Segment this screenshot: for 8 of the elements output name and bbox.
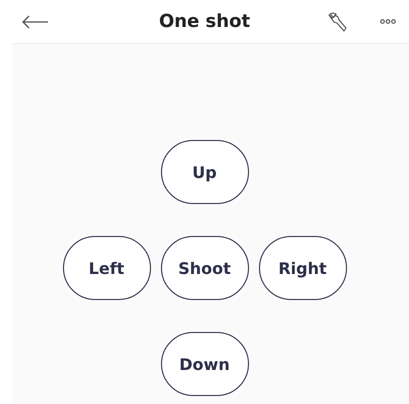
- pad-button[interactable]: Shoot: [160, 236, 248, 300]
- back-arrow-icon[interactable]: [21, 14, 49, 28]
- pad-button[interactable]: Down: [160, 332, 248, 396]
- pad-button[interactable]: Left: [62, 236, 150, 300]
- more-options-icon[interactable]: [380, 19, 396, 24]
- screen-title: One shot: [158, 11, 250, 32]
- pad-button[interactable]: Right: [258, 236, 346, 300]
- pad-button[interactable]: Up: [160, 140, 248, 204]
